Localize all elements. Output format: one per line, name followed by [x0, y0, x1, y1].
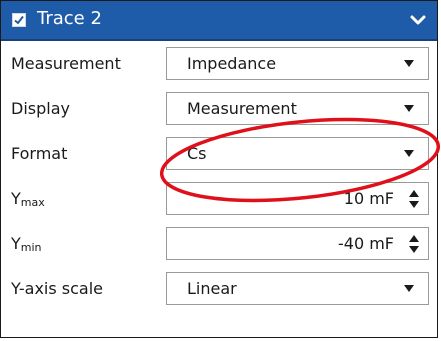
collapse-button[interactable]: [407, 9, 429, 31]
trace-settings-panel: Trace 2 Measurement Impedance Display Me…: [0, 0, 438, 338]
chevron-down-icon: [410, 15, 426, 25]
ymax-spinbox[interactable]: 10 mF: [166, 182, 429, 215]
display-row: Display Measurement: [1, 86, 437, 131]
display-label: Display: [11, 99, 70, 118]
spin-arrows[interactable]: [408, 233, 420, 255]
ymin-row: Ymin -40 mF: [1, 221, 437, 266]
y-axis-scale-label: Y-axis scale: [11, 279, 104, 298]
trace-title: Trace 2: [37, 8, 102, 29]
spin-down-icon[interactable]: [409, 246, 419, 253]
checkbox-checked-icon: [14, 15, 24, 25]
ymax-label: Ymax: [11, 176, 45, 221]
format-dropdown[interactable]: Cs: [166, 137, 429, 170]
dropdown-arrow-icon: [404, 60, 414, 67]
ymin-label-sub: min: [20, 241, 42, 254]
dropdown-arrow-icon: [404, 285, 414, 292]
ymax-value: 10 mF: [343, 189, 394, 208]
display-value: Measurement: [187, 99, 297, 118]
spin-up-icon[interactable]: [409, 235, 419, 242]
display-dropdown[interactable]: Measurement: [166, 92, 429, 125]
spin-down-icon[interactable]: [409, 201, 419, 208]
trace-header[interactable]: Trace 2: [1, 1, 437, 41]
y-axis-scale-row: Y-axis scale Linear: [1, 266, 437, 311]
ymin-spinbox[interactable]: -40 mF: [166, 227, 429, 260]
ymin-label: Ymin: [11, 221, 42, 266]
ymin-value: -40 mF: [337, 234, 394, 253]
format-label: Format: [11, 144, 68, 163]
measurement-row: Measurement Impedance: [1, 41, 437, 86]
spin-arrows[interactable]: [408, 188, 420, 210]
format-value: Cs: [187, 144, 207, 163]
ymax-row: Ymax 10 mF: [1, 176, 437, 221]
measurement-label: Measurement: [11, 54, 121, 73]
y-axis-scale-value: Linear: [187, 279, 237, 298]
measurement-dropdown[interactable]: Impedance: [166, 47, 429, 80]
ymax-label-main: Y: [11, 189, 21, 208]
dropdown-arrow-icon: [404, 105, 414, 112]
spin-up-icon[interactable]: [409, 190, 419, 197]
ymin-label-main: Y: [11, 234, 21, 253]
y-axis-scale-dropdown[interactable]: Linear: [166, 272, 429, 305]
format-row: Format Cs: [1, 131, 437, 176]
trace-enable-checkbox[interactable]: [12, 13, 26, 27]
dropdown-arrow-icon: [404, 150, 414, 157]
ymax-label-sub: max: [20, 196, 45, 209]
measurement-value: Impedance: [187, 54, 277, 73]
